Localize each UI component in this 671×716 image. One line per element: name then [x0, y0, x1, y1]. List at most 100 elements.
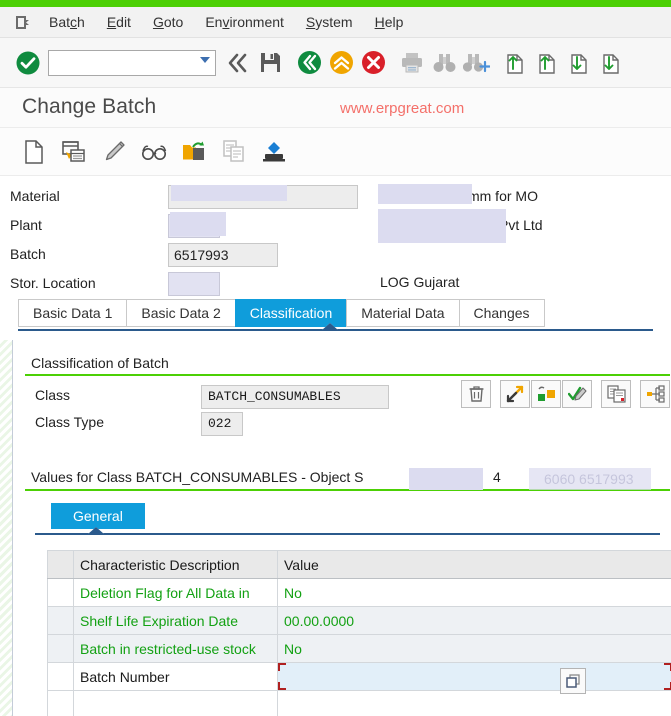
- folder-refresh-icon[interactable]: [174, 134, 214, 170]
- back-double-arrow-icon[interactable]: [222, 46, 254, 80]
- select-all-header[interactable]: [47, 550, 74, 579]
- sap-gui-window: Batch Edit Goto Environment System Help: [0, 0, 671, 716]
- tab-basic-data-1[interactable]: Basic Data 1: [18, 299, 127, 327]
- table-row[interactable]: Batch in restricted-use stock No: [47, 634, 671, 663]
- class-hierarchy-icon[interactable]: [640, 380, 670, 408]
- selection-corner-top-left: [278, 663, 286, 671]
- subtab-general[interactable]: General: [51, 503, 145, 529]
- left-hatched-strip: [0, 340, 12, 716]
- menu-help-accel: H: [374, 13, 385, 30]
- column-header-value[interactable]: Value: [277, 550, 671, 579]
- values-title-row: Values for Class BATCH_CONSUMABLES - Obj…: [25, 468, 670, 491]
- row-selector[interactable]: [47, 606, 74, 635]
- characteristic-value[interactable]: No: [277, 634, 671, 663]
- material-label: Material: [10, 188, 60, 204]
- tab-changes[interactable]: Changes: [458, 299, 545, 327]
- copy-values-icon[interactable]: [601, 380, 631, 408]
- back-green-icon[interactable]: [293, 46, 325, 80]
- first-page-icon[interactable]: [499, 46, 531, 80]
- classification-action-buttons: [461, 380, 671, 408]
- column-header-description[interactable]: Characteristic Description: [73, 550, 278, 579]
- exit-yellow-up-icon[interactable]: [325, 46, 357, 80]
- plant-label: Plant: [10, 217, 42, 233]
- active-tab-indicator: [322, 323, 338, 330]
- standard-toolbar: [0, 38, 671, 88]
- row-selector[interactable]: [47, 578, 74, 607]
- characteristic-value-empty[interactable]: [277, 690, 671, 716]
- menu-edit-accel: E: [106, 13, 117, 30]
- find-next-binoculars-icon[interactable]: [460, 46, 492, 80]
- characteristic-description-empty: [73, 690, 278, 716]
- characteristic-description: Deletion Flag for All Data in: [73, 578, 278, 607]
- row-selector[interactable]: [47, 690, 74, 716]
- last-page-icon[interactable]: [595, 46, 627, 80]
- menu-item-system[interactable]: System: [295, 7, 364, 38]
- enter-check-icon[interactable]: [12, 46, 44, 80]
- previous-page-icon[interactable]: [531, 46, 563, 80]
- new-document-icon[interactable]: [14, 134, 54, 170]
- menu-system-post: ystem: [315, 13, 353, 30]
- batch-number-input[interactable]: [278, 663, 671, 690]
- table-header-row: Characteristic Description Value: [47, 550, 671, 579]
- stamp-diamond-icon[interactable]: [254, 134, 294, 170]
- menu-item-batch[interactable]: Batch: [38, 7, 96, 38]
- tab-basic-data-2[interactable]: Basic Data 2: [126, 299, 235, 327]
- display-layout-icon[interactable]: [54, 134, 94, 170]
- storage-location-label: Stor. Location: [10, 275, 96, 291]
- menu-batch-post: h: [77, 13, 85, 30]
- material-input[interactable]: [168, 184, 358, 209]
- row-selector[interactable]: [47, 634, 74, 663]
- form-row-material: Material 685x622x1.95mm for MO: [0, 182, 671, 211]
- save-disk-icon[interactable]: [254, 46, 286, 80]
- table-row[interactable]: Shelf Life Expiration Date 00.00.0000: [47, 606, 671, 635]
- delete-trash-icon[interactable]: [461, 380, 491, 408]
- table-row-empty[interactable]: [47, 690, 671, 716]
- multiple-selection-icon[interactable]: [560, 668, 586, 694]
- tab-material-data[interactable]: Material Data: [346, 299, 459, 327]
- selection-corner-bottom-left: [278, 682, 286, 690]
- subtab-underline: [35, 533, 660, 535]
- plant-input[interactable]: [168, 213, 220, 238]
- cancel-red-x-icon[interactable]: [357, 46, 389, 80]
- row-selector[interactable]: [47, 662, 74, 691]
- menu-goto-accel: G: [152, 13, 164, 30]
- check-entries-icon[interactable]: [562, 380, 592, 408]
- class-value-input[interactable]: BATCH_CONSUMABLES: [201, 385, 389, 409]
- edit-pencil-icon[interactable]: [94, 134, 134, 170]
- tab-strip: Basic Data 1 Basic Data 2 Classification…: [0, 299, 671, 339]
- batch-input[interactable]: 6517993: [168, 242, 278, 267]
- plant-description: Pvt Ltd: [499, 217, 543, 233]
- storage-location-input[interactable]: [168, 271, 220, 296]
- print-icon[interactable]: [396, 46, 428, 80]
- values-for-class-group: Values for Class BATCH_CONSUMABLES - Obj…: [25, 468, 670, 491]
- table-row[interactable]: Deletion Flag for All Data in No: [47, 578, 671, 607]
- characteristic-value[interactable]: No: [277, 578, 671, 607]
- menu-item-goto[interactable]: Goto: [142, 7, 194, 38]
- allocate-folder-icon[interactable]: [531, 380, 561, 408]
- class-type-label: Class Type: [35, 414, 104, 430]
- batch-header-form: Material 685x622x1.95mm for MO Plant Pvt…: [0, 180, 671, 296]
- find-binoculars-icon[interactable]: [428, 46, 460, 80]
- command-input[interactable]: [49, 51, 197, 74]
- next-page-icon[interactable]: [563, 46, 595, 80]
- menu-help-post: elp: [384, 13, 404, 30]
- characteristic-description: Shelf Life Expiration Date: [73, 606, 278, 635]
- characteristic-value[interactable]: 00.00.0000: [277, 606, 671, 635]
- material-description: 685x622x1.95mm for MO: [380, 188, 538, 204]
- menu-env-pre: En: [205, 13, 223, 30]
- active-subtab-indicator: [88, 527, 104, 534]
- menu-item-help[interactable]: Help: [364, 7, 415, 38]
- class-type-row: Class Type 022: [25, 411, 670, 438]
- copy-document-icon[interactable]: [214, 134, 254, 170]
- chevron-down-icon[interactable]: [200, 56, 210, 63]
- assign-arrows-icon[interactable]: [500, 380, 530, 408]
- characteristic-value-active[interactable]: [277, 662, 671, 691]
- tab-list: Basic Data 1 Basic Data 2 Classification…: [18, 299, 545, 327]
- menu-edit-post: dit: [116, 13, 131, 30]
- command-field[interactable]: [48, 49, 216, 76]
- class-type-value-input[interactable]: 022: [201, 412, 243, 436]
- menu-item-edit[interactable]: Edit: [96, 7, 142, 38]
- system-menu-icon[interactable]: [8, 7, 38, 38]
- menu-item-environment[interactable]: Environment: [194, 7, 295, 38]
- display-glasses-icon[interactable]: [134, 134, 174, 170]
